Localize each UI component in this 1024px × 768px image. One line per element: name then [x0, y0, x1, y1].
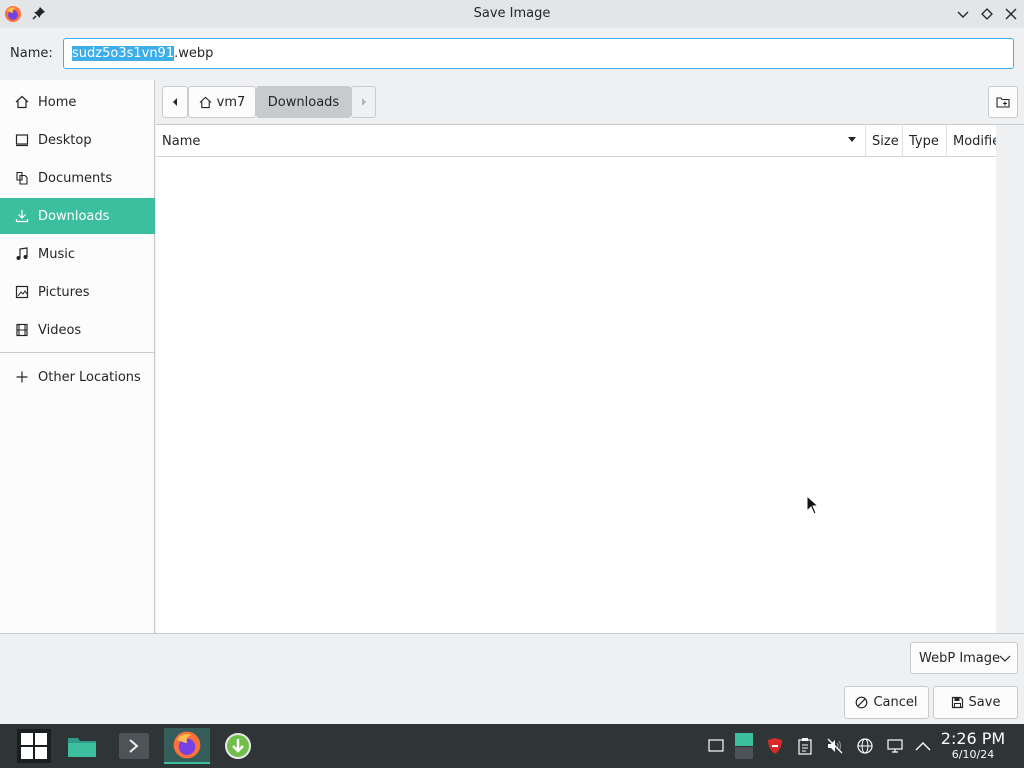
cancel-icon	[855, 696, 868, 709]
file-list-header: Name Size Type Modifie	[156, 125, 996, 157]
file-list[interactable]: Name Size Type Modifie	[156, 125, 996, 633]
save-button[interactable]: Save	[933, 686, 1018, 719]
file-type-select[interactable]: WebP Image	[910, 642, 1018, 674]
sidebar-item-desktop[interactable]: Desktop	[0, 122, 155, 158]
mouse-cursor-icon	[806, 494, 820, 519]
filename-input[interactable]: sudz5o3s1vn91 .webp	[63, 38, 1014, 69]
name-label: Name:	[10, 46, 53, 61]
start-menu-button[interactable]	[14, 728, 54, 764]
column-header-name[interactable]: Name	[156, 125, 866, 157]
path-forward-button[interactable]	[351, 86, 376, 118]
plus-icon	[14, 369, 30, 385]
workspace-pager-icon[interactable]	[735, 732, 753, 760]
pictures-icon	[14, 284, 30, 300]
sidebar-item-documents[interactable]: Documents	[0, 160, 155, 196]
network-globe-icon[interactable]	[856, 737, 874, 755]
download-manager-button[interactable]	[218, 728, 258, 764]
file-manager-button[interactable]	[62, 728, 102, 764]
videos-icon	[14, 322, 30, 338]
sidebar-item-pictures[interactable]: Pictures	[0, 274, 155, 310]
download-icon	[14, 208, 30, 224]
windows-icon	[17, 729, 51, 763]
title-bar: Save Image	[0, 0, 1024, 28]
crumb-label: vm7	[216, 94, 246, 110]
desktop-icon	[14, 132, 30, 148]
sidebar-divider	[0, 352, 155, 353]
tray-expand-icon[interactable]	[914, 737, 932, 755]
system-clock[interactable]: 2:26 PM 6/10/24	[940, 730, 1006, 762]
dialog-footer: WebP Image Cancel Save	[0, 633, 1024, 724]
taskbar: 2:26 PM 6/10/24	[0, 724, 1024, 768]
sidebar-item-label: Other Locations	[38, 369, 141, 385]
display-icon[interactable]	[886, 737, 904, 755]
music-icon	[14, 246, 30, 262]
filename-selected-text: sudz5o3s1vn91	[72, 46, 175, 61]
chevron-right-icon	[361, 98, 366, 106]
folder-icon	[68, 738, 96, 757]
sidebar-item-label: Videos	[38, 322, 82, 338]
path-crumb-downloads[interactable]: Downloads	[256, 86, 351, 118]
sidebar-item-label: Home	[38, 94, 77, 110]
firefox-taskbar-button[interactable]	[164, 728, 210, 764]
volume-muted-icon[interactable]	[826, 737, 844, 755]
sidebar-item-label: Music	[38, 246, 75, 262]
places-sidebar: Home Desktop Documents Downloads Music P…	[0, 80, 155, 633]
sort-down-icon	[847, 136, 857, 144]
sidebar-item-label: Documents	[38, 170, 113, 186]
clock-date: 6/10/24	[951, 748, 995, 761]
path-crumb-vm7[interactable]: vm7	[188, 86, 256, 118]
column-header-size[interactable]: Size	[866, 125, 903, 157]
sidebar-item-home[interactable]: Home	[0, 84, 155, 120]
sidebar-item-label: Desktop	[38, 132, 92, 148]
security-shield-icon[interactable]	[766, 737, 784, 755]
close-icon[interactable]	[1003, 6, 1019, 22]
clipboard-icon[interactable]	[796, 737, 814, 755]
chevron-left-icon	[173, 98, 177, 106]
sidebar-item-other-locations[interactable]: Other Locations	[0, 359, 155, 395]
sidebar-item-label: Downloads	[38, 208, 110, 224]
firefox-icon	[173, 731, 201, 759]
path-back-button[interactable]	[162, 86, 188, 118]
scrollbar[interactable]	[996, 125, 1024, 633]
maximize-icon[interactable]	[979, 6, 995, 22]
cancel-button[interactable]: Cancel	[844, 686, 929, 719]
filename-extension: .webp	[174, 46, 214, 61]
minimize-icon[interactable]	[955, 6, 971, 22]
home-icon	[199, 96, 212, 109]
new-folder-icon	[996, 97, 1010, 108]
home-icon	[14, 94, 30, 110]
window-title: Save Image	[473, 6, 551, 21]
sidebar-item-videos[interactable]: Videos	[0, 312, 155, 348]
clock-time: 2:26 PM	[940, 729, 1006, 748]
sidebar-item-downloads[interactable]: Downloads	[0, 198, 155, 234]
show-desktop-icon[interactable]	[707, 737, 725, 755]
path-bar: vm7 Downloads	[156, 80, 1024, 125]
terminal-button[interactable]	[114, 728, 154, 764]
column-header-modified[interactable]: Modifie	[947, 125, 996, 157]
column-header-type[interactable]: Type	[903, 125, 947, 157]
name-row: Name: sudz5o3s1vn91 .webp	[0, 28, 1024, 80]
sidebar-item-music[interactable]: Music	[0, 236, 155, 272]
terminal-icon	[119, 733, 149, 759]
download-circle-icon	[225, 733, 251, 759]
documents-icon	[14, 170, 30, 186]
new-folder-button[interactable]	[988, 86, 1018, 118]
chevron-down-icon	[999, 652, 1011, 668]
save-icon	[951, 696, 964, 709]
crumb-label: Downloads	[267, 94, 340, 110]
sidebar-item-label: Pictures	[38, 284, 90, 300]
